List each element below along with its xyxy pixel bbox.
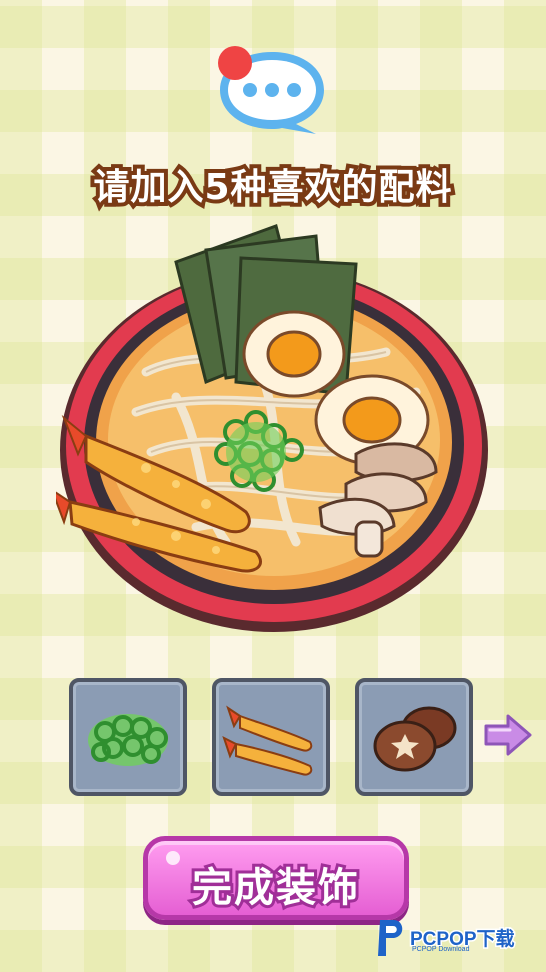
shrimp-tempura-icon <box>222 705 313 776</box>
ingredient-slot-shrimp-tempura[interactable] <box>212 678 330 796</box>
ramen-bowl-illustration <box>49 224 488 632</box>
ramen-bowl <box>49 222 492 642</box>
chat-button[interactable] <box>214 44 330 138</box>
notification-dot <box>218 46 252 80</box>
watermark: PCPOP下载 PCPOP Download <box>374 914 544 966</box>
green-onion-icon <box>88 714 168 766</box>
complete-decoration-button[interactable]: 完成装饰 <box>143 836 409 920</box>
pcpop-logo-icon <box>378 920 403 956</box>
complete-decoration-label: 完成装饰 <box>189 862 361 914</box>
ingredient-slot-mushroom[interactable] <box>355 678 473 796</box>
arrow-right-icon <box>484 714 532 756</box>
watermark-tagline: PCPOP Download <box>412 946 470 953</box>
shiitake-mushroom-icon <box>373 706 457 772</box>
prompt-title: 请加入5种喜欢的配料 <box>89 163 455 212</box>
ingredient-slot-green-onion[interactable] <box>69 678 187 796</box>
next-arrow-button[interactable] <box>482 712 534 758</box>
